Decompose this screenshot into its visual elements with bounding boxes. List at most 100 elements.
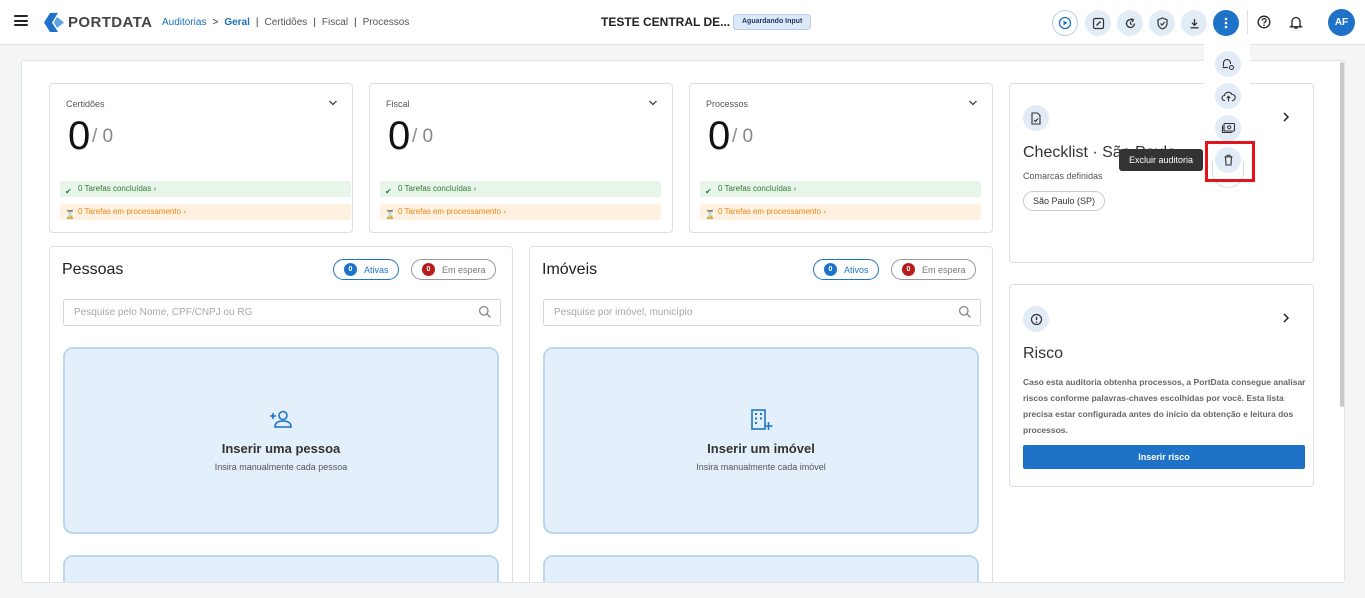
refresh-icon — [1125, 17, 1135, 28]
chevron-right-icon[interactable] — [1281, 111, 1291, 123]
filter-em-espera-chip[interactable]: 0 Em espera — [891, 259, 976, 280]
imoveis-search-input[interactable] — [543, 299, 981, 326]
waiting-count: 0 — [902, 263, 915, 276]
risco-title: Risco — [1023, 345, 1064, 362]
hourglass-icon: ⌛ — [705, 210, 715, 219]
search-icon[interactable] — [478, 305, 492, 319]
insert-subtitle: Insira manualmente cada imóvel — [696, 462, 826, 472]
breadcrumb-processos[interactable]: Processos — [363, 17, 410, 28]
breadcrumb-arrow: > — [212, 17, 219, 28]
tasks-processing-pill[interactable]: ⌛ 0 Tarefas em processamento › — [700, 204, 981, 220]
highlight-box — [1205, 141, 1255, 182]
active-count: 0 — [824, 263, 837, 276]
imoveis-panel: Imóveis 0 Ativos 0 Em espera Inserir um … — [529, 246, 993, 582]
more-vert-icon — [1224, 17, 1228, 29]
tasks-processing-pill[interactable]: ⌛ 0 Tarefas em processamento › — [60, 204, 351, 220]
main-content: Certidões 0 / 0 ✔ 0 Tarefas concluídas › … — [21, 60, 1345, 583]
download-icon — [1190, 18, 1198, 28]
chevron-right-icon[interactable] — [1281, 312, 1291, 324]
play-icon — [1058, 16, 1072, 30]
hamburger-menu-icon[interactable] — [14, 15, 28, 26]
breadcrumb: Auditorias > Geral | Certidões | Fiscal … — [162, 17, 409, 28]
stat-label: Certidões — [66, 99, 105, 109]
logo-text: PORTDATA — [68, 14, 153, 31]
alert-circle-icon — [1030, 313, 1042, 325]
hourglass-icon: ⌛ — [65, 210, 75, 219]
check-icon: ✔ — [705, 187, 712, 196]
stat-count: 0 — [68, 114, 91, 158]
checklist-subtitle: Comarcas definidas — [1023, 171, 1103, 181]
chevron-down-icon[interactable] — [648, 98, 658, 108]
add-building-icon — [751, 409, 773, 430]
payment-button[interactable] — [1215, 115, 1241, 141]
pessoa-placeholder-card[interactable] — [63, 555, 499, 582]
logo[interactable]: PORTDATA — [44, 13, 152, 32]
breadcrumb-fiscal[interactable]: Fiscal — [322, 17, 348, 28]
toolbar-divider — [1247, 10, 1248, 34]
shield-check-icon — [1156, 16, 1168, 30]
tasks-done-label: 0 Tarefas concluídas — [718, 184, 792, 193]
more-options-button[interactable] — [1213, 10, 1239, 36]
pessoas-search-input[interactable] — [63, 299, 501, 326]
filter-ativas-chip[interactable]: 0 Ativas — [333, 259, 399, 280]
stat-label: Processos — [706, 99, 749, 109]
tasks-done-pill[interactable]: ✔ 0 Tarefas concluídas › — [700, 181, 981, 197]
breadcrumb-auditorias[interactable]: Auditorias — [162, 17, 206, 28]
waiting-count: 0 — [422, 263, 435, 276]
top-bar: PORTDATA Auditorias > Geral | Certidões … — [0, 0, 1365, 45]
tasks-done-pill[interactable]: ✔ 0 Tarefas concluídas › — [60, 181, 351, 197]
active-label: Ativas — [364, 264, 389, 275]
notification-settings-button[interactable] — [1215, 51, 1241, 77]
cloud-upload-button[interactable] — [1215, 83, 1241, 109]
filter-em-espera-chip[interactable]: 0 Em espera — [411, 259, 496, 280]
stat-card-certidoes: Certidões 0 / 0 ✔ 0 Tarefas concluídas › … — [49, 83, 353, 233]
add-person-icon — [270, 410, 292, 428]
stat-label: Fiscal — [386, 99, 410, 109]
insert-pessoa-button[interactable]: Inserir uma pessoa Insira manualmente ca… — [63, 347, 499, 534]
avatar[interactable]: AF — [1328, 9, 1355, 36]
download-button[interactable] — [1181, 10, 1207, 36]
risco-description: Caso esta auditoria obtenha processos, a… — [1023, 377, 1306, 435]
stat-card-fiscal: Fiscal 0 / 0 ✔ 0 Tarefas concluídas › ⌛ 0 … — [369, 83, 673, 233]
chevron-down-icon[interactable] — [328, 98, 338, 108]
bell-settings-icon — [1222, 58, 1234, 70]
check-icon: ✔ — [65, 187, 72, 196]
edit-icon — [1092, 17, 1104, 29]
tasks-processing-label: 0 Tarefas em processamento — [78, 207, 182, 216]
insert-imovel-button[interactable]: Inserir um imóvel Insira manualmente cad… — [543, 347, 979, 534]
chevron-down-icon[interactable] — [968, 98, 978, 108]
checklist-icon-wrap — [1023, 105, 1049, 131]
active-label: Ativos — [844, 264, 869, 275]
cloud-upload-icon — [1220, 91, 1236, 101]
page-title: TESTE CENTRAL DE... — [601, 15, 731, 29]
tasks-done-label: 0 Tarefas concluídas — [398, 184, 472, 193]
filter-ativos-chip[interactable]: 0 Ativos — [813, 259, 879, 280]
search-icon[interactable] — [958, 305, 972, 319]
checklist-card[interactable]: Checklist · São Paulo Comarcas definidas… — [1009, 83, 1314, 263]
help-icon — [1257, 15, 1271, 29]
refresh-button[interactable] — [1117, 10, 1143, 36]
insert-risco-button[interactable]: Inserir risco — [1023, 445, 1305, 469]
stat-total: / 0 — [412, 126, 434, 147]
hourglass-icon: ⌛ — [385, 210, 395, 219]
play-button[interactable] — [1052, 10, 1078, 36]
risco-card: Risco Caso esta auditoria obtenha proces… — [1009, 284, 1314, 487]
breadcrumb-geral[interactable]: Geral — [224, 17, 250, 28]
edit-button[interactable] — [1085, 10, 1111, 36]
breadcrumb-separator: | — [255, 17, 259, 28]
tasks-done-pill[interactable]: ✔ 0 Tarefas concluídas › — [380, 181, 661, 197]
portdata-logo-icon — [44, 13, 64, 32]
breadcrumb-certidoes[interactable]: Certidões — [265, 17, 308, 28]
breadcrumb-separator: | — [313, 17, 316, 28]
tasks-processing-pill[interactable]: ⌛ 0 Tarefas em processamento › — [380, 204, 661, 220]
document-check-icon — [1031, 111, 1041, 125]
active-count: 0 — [344, 263, 357, 276]
notifications-button[interactable] — [1287, 13, 1305, 31]
imovel-placeholder-card[interactable] — [543, 555, 979, 582]
help-button[interactable] — [1255, 13, 1273, 31]
scrollbar[interactable] — [1340, 62, 1344, 407]
tasks-processing-label: 0 Tarefas em processamento — [718, 207, 822, 216]
region-chip[interactable]: São Paulo (SP) — [1023, 191, 1106, 211]
tasks-done-label: 0 Tarefas concluídas — [78, 184, 152, 193]
shield-button[interactable] — [1149, 10, 1175, 36]
